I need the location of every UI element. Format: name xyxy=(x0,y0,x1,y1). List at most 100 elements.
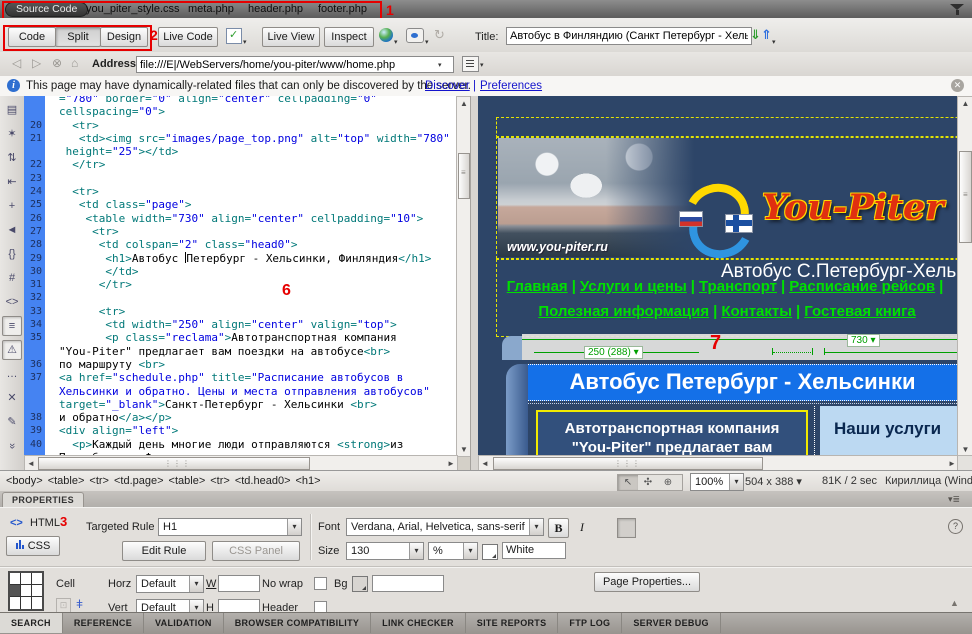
code-line[interactable]: 27 <tr> xyxy=(24,225,456,238)
related-file-tab[interactable]: footer.php xyxy=(318,3,367,16)
tag-selector-item[interactable]: <td.page> xyxy=(114,475,164,487)
code-line[interactable]: 39<div align="left"> xyxy=(24,424,456,437)
syntax-error-alerts-icon[interactable]: ⚠ xyxy=(2,340,22,360)
refresh-icon[interactable]: ↻ xyxy=(434,27,450,43)
code-line[interactable]: 20 <tr> xyxy=(24,119,456,132)
get-file-icon[interactable]: ⇓ xyxy=(750,27,761,43)
word-wrap-icon[interactable]: ≡ xyxy=(2,316,22,336)
split-cell-button[interactable]: ǂ xyxy=(76,597,83,611)
results-tab-browser-compatibility[interactable]: BROWSER COMPATIBILITY xyxy=(224,613,371,633)
source-code-tab[interactable]: Source Code xyxy=(5,2,88,17)
font-select[interactable]: Verdana, Arial, Helvetica, sans-serif xyxy=(346,518,544,536)
code-vscroll-thumb[interactable]: ≡ xyxy=(458,153,470,199)
edit-rule-button[interactable]: Edit Rule xyxy=(122,541,206,561)
merge-cells-button[interactable]: ⊡ xyxy=(56,598,71,613)
address-dropdown-icon[interactable]: ▾ xyxy=(438,61,442,69)
code-line[interactable]: 26 <table width="730" align="center" cel… xyxy=(24,212,456,225)
results-tab-server-debug[interactable]: SERVER DEBUG xyxy=(622,613,720,633)
code-hscroll-thumb[interactable]: ⋮⋮⋮ xyxy=(38,457,310,470)
expand-all-icon[interactable]: + xyxy=(2,196,22,216)
forward-icon[interactable]: ▷ xyxy=(32,56,41,70)
design-vertical-scrollbar[interactable]: ▲ ≡ ▼ xyxy=(957,96,972,457)
css-mode-button[interactable]: CSS xyxy=(6,536,60,556)
tag-selector-item[interactable]: <tr> xyxy=(89,475,109,487)
nav-link[interactable]: Главная xyxy=(507,278,568,295)
line-numbers-icon[interactable]: # xyxy=(2,268,22,288)
italic-button[interactable]: I xyxy=(573,518,591,536)
filter-related-files-icon[interactable] xyxy=(950,4,964,15)
code-line[interactable]: 38и обратно</a></p> xyxy=(24,411,456,424)
select-parent-tag-icon[interactable]: ◄ xyxy=(2,220,22,240)
zoom-tool-icon[interactable]: ⊕ xyxy=(658,475,678,490)
bg-color-field[interactable] xyxy=(372,575,444,592)
code-line[interactable]: 28 <td colspan="2" class="head0"> xyxy=(24,238,456,251)
live-view-button[interactable]: Live View xyxy=(262,27,320,47)
design-header-image[interactable]: www.you-piter.ru You-Piter Автобус С.Пет… xyxy=(496,136,957,259)
more-chevron-icon[interactable]: » xyxy=(2,436,22,456)
design-vscroll-thumb[interactable]: ≡ xyxy=(959,151,972,243)
nav-link[interactable]: Услуги и цены xyxy=(580,278,687,295)
select-tool-icon[interactable]: ↖ xyxy=(618,475,638,490)
related-file-tab[interactable]: meta.php xyxy=(188,3,234,16)
help-icon[interactable]: ? xyxy=(948,519,963,534)
tag-selector-item[interactable]: <tr> xyxy=(210,475,230,487)
code-line[interactable]: "You-Piter" предлагает вам поездки на ав… xyxy=(24,345,456,358)
size-unit-select[interactable]: % xyxy=(428,542,478,560)
results-tab-ftp-log[interactable]: FTP LOG xyxy=(558,613,622,633)
align-right-button[interactable] xyxy=(636,518,655,538)
code-view-button[interactable]: Code xyxy=(8,27,56,47)
code-line[interactable]: 34 <td width="250" align="center" valign… xyxy=(24,318,456,331)
related-file-tab[interactable]: you_piter_style.css xyxy=(86,3,180,16)
html-mode-button[interactable]: HTML xyxy=(30,517,60,529)
design-page-heading[interactable]: Автобус Петербург - Хельсинки xyxy=(528,364,957,401)
align-justify-button[interactable] xyxy=(655,518,674,538)
show-code-navigator-icon[interactable]: ✶ xyxy=(2,124,22,144)
results-tab-reference[interactable]: REFERENCE xyxy=(63,613,144,633)
results-tab-search[interactable]: SEARCH xyxy=(0,613,63,633)
hand-tool-icon[interactable]: ✣ xyxy=(638,475,658,490)
align-center-button[interactable] xyxy=(617,518,636,538)
code-line[interactable]: 22 </tr> xyxy=(24,158,456,171)
design-left-cell[interactable]: Автотранспортная компания "You-Piter" пр… xyxy=(536,410,808,455)
related-file-tab[interactable]: header.php xyxy=(248,3,303,16)
code-line[interactable]: 36по маршруту <br> xyxy=(24,358,456,371)
column-width-label[interactable]: 250 (288) ▾ xyxy=(584,346,643,359)
table-width-total[interactable]: 730 ▾ xyxy=(847,334,880,347)
collapse-full-tag-icon[interactable]: ⇅ xyxy=(2,148,22,168)
nav-link[interactable]: Гостевая книга xyxy=(804,303,915,320)
code-line[interactable]: 29 <h1>Автобус Петербург - Хельсинки, Фи… xyxy=(24,252,456,265)
tag-selector-item[interactable]: <body> xyxy=(6,475,43,487)
remove-comment-icon[interactable]: ✕ xyxy=(2,388,22,408)
balance-braces-icon[interactable]: {} xyxy=(2,244,22,264)
code-editor[interactable]: ="780" border="0" align="center" cellpad… xyxy=(24,96,456,455)
targeted-rule-select[interactable]: H1 xyxy=(158,518,302,536)
live-code-button[interactable]: Live Code xyxy=(158,27,218,47)
split-view-button[interactable]: Split xyxy=(55,27,101,47)
code-line[interactable]: height="25"></td> xyxy=(24,145,456,158)
design-view[interactable]: www.you-piter.ru You-Piter Автобус С.Пет… xyxy=(478,96,957,455)
code-line[interactable]: target="_blank">Санкт-Петербург - Хельси… xyxy=(24,398,456,411)
size-select[interactable]: 130 xyxy=(346,542,424,560)
code-line[interactable]: Хельсинки и обратно. Цены и места отправ… xyxy=(24,385,456,398)
close-info-bar-icon[interactable]: ✕ xyxy=(951,79,964,92)
collapse-panel-icon[interactable]: ▲ xyxy=(950,598,959,608)
code-line[interactable]: 24 <tr> xyxy=(24,185,456,198)
code-line[interactable]: 33 <tr> xyxy=(24,305,456,318)
panel-menu-icon[interactable]: ▾≣ xyxy=(948,494,960,505)
apply-comment-icon[interactable]: … xyxy=(2,364,22,384)
design-right-cell[interactable]: Наши услуги xyxy=(820,406,957,455)
code-line[interactable]: 21 <td><img src="images/page_top.png" al… xyxy=(24,132,456,145)
put-file-icon[interactable]: ⇑ xyxy=(761,27,772,43)
code-line[interactable]: 40 <p>Каждый день многие люди отправляют… xyxy=(24,438,456,451)
visual-aids-icon[interactable] xyxy=(406,28,424,43)
code-line[interactable]: 30 </td> xyxy=(24,265,456,278)
code-line[interactable]: 32 xyxy=(24,291,456,304)
code-line[interactable]: 23 xyxy=(24,172,456,185)
tag-selector-item[interactable]: <td.head0> xyxy=(235,475,291,487)
tag-selector-item[interactable]: <h1> xyxy=(296,475,321,487)
bg-color-swatch[interactable] xyxy=(352,576,368,592)
inspect-button[interactable]: Inspect xyxy=(324,27,374,47)
open-documents-icon[interactable]: ▤ xyxy=(2,100,22,120)
preview-in-browser-icon[interactable] xyxy=(379,28,393,42)
document-title-input[interactable] xyxy=(506,27,752,45)
